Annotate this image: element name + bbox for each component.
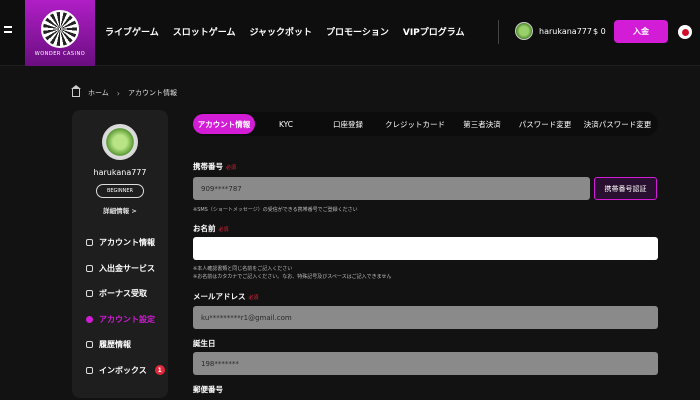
sidebar-menu: アカウント情報 入出金サービス ボーナス受取 アカウント設定 履歴情報 インボッ…: [86, 230, 165, 383]
chevron-right-icon: ›: [116, 88, 120, 98]
nav-promotion[interactable]: プロモーション: [326, 25, 389, 38]
inbox-count-badge: 1: [154, 365, 165, 376]
breadcrumb-current: アカウント情報: [128, 89, 177, 97]
tab-account-info[interactable]: アカウント情報: [193, 114, 255, 134]
tab-password-change[interactable]: パスワード変更: [513, 114, 577, 134]
sidebar-item-label: アカウント設定: [99, 314, 155, 324]
user-avatar[interactable]: [515, 22, 533, 40]
logo-text: WONDER CASINO: [34, 50, 86, 57]
sidebar-item-inbox[interactable]: インボックス 1: [86, 358, 165, 384]
header-divider: [498, 20, 499, 44]
header-username[interactable]: harukana777: [539, 27, 592, 36]
nav-live-game[interactable]: ライブゲーム: [105, 25, 159, 38]
sidebar-item-label: 履歴情報: [99, 340, 131, 350]
phone-field[interactable]: 909****787: [193, 177, 590, 200]
name-label: お名前 必須: [193, 224, 229, 233]
user-icon: [86, 239, 93, 247]
nav-jackpot[interactable]: ジャックポット: [249, 25, 312, 38]
phone-note: ※SMS（ショートメッセージ）の受信ができる携帯番号でご登録ください: [193, 207, 358, 213]
main-nav: ライブゲーム スロットゲーム ジャックポット プロモーション VIPプログラム: [105, 25, 465, 38]
tab-credit-card[interactable]: クレジットカード: [379, 114, 451, 134]
sidebar-item-history[interactable]: 履歴情報: [86, 332, 165, 358]
nav-slot-game[interactable]: スロットゲーム: [173, 25, 236, 38]
email-field[interactable]: ku*********r1@gmail.com: [193, 306, 658, 329]
deposit-button[interactable]: 入金: [614, 20, 668, 43]
details-link[interactable]: 詳細情報 >: [72, 205, 168, 215]
breadcrumb-home[interactable]: ホーム: [88, 88, 109, 98]
birthday-field[interactable]: 198*******: [193, 352, 658, 375]
settings-icon: [86, 315, 93, 323]
mail-icon: [86, 366, 93, 374]
required-mark: 必須: [248, 295, 259, 301]
sidebar-item-bonus[interactable]: ボーナス受取: [86, 281, 165, 307]
email-label: メールアドレス 必須: [193, 292, 259, 301]
header-balance: $ 0: [593, 27, 606, 36]
sidebar-item-label: アカウント情報: [99, 238, 155, 248]
sidebar-item-account-info[interactable]: アカウント情報: [86, 230, 165, 256]
birthday-label: 誕生日: [193, 339, 216, 348]
sidebar-item-account-settings[interactable]: アカウント設定: [86, 307, 165, 333]
tab-bank-registration[interactable]: 口座登録: [317, 114, 379, 134]
logo-emblem-icon: [41, 9, 79, 48]
account-sidebar: harukana777 BEGINNER 詳細情報 > アカウント情報 入出金サ…: [72, 110, 168, 398]
top-bar: WONDER CASINO ライブゲーム スロットゲーム ジャックポット プロモ…: [0, 0, 700, 66]
sidebar-item-label: 入出金サービス: [99, 263, 155, 273]
tab-third-party-payment[interactable]: 第三者決済: [451, 114, 513, 134]
required-mark: 必須: [226, 165, 237, 171]
tab-kyc[interactable]: KYC: [255, 114, 317, 134]
level-badge: BEGINNER: [96, 184, 144, 198]
account-tabs: アカウント情報 KYC 口座登録 クレジットカード 第三者決済 パスワード変更 …: [193, 112, 658, 136]
home-icon[interactable]: [71, 85, 81, 97]
history-icon: [86, 341, 93, 349]
sidebar-item-deposit-withdraw[interactable]: 入出金サービス: [86, 256, 165, 282]
wallet-icon: [86, 264, 93, 272]
sidebar-item-label: インボックス: [99, 365, 147, 375]
name-note-2: ※お名前はカタカナでご記入ください。なお、特殊記号及びスペースはご記入できません: [193, 274, 392, 280]
tab-payment-password-change[interactable]: 決済パスワード変更: [577, 114, 658, 134]
site-logo[interactable]: WONDER CASINO: [25, 0, 95, 66]
postal-label: 郵便番号: [193, 385, 223, 394]
required-mark: 必須: [218, 227, 229, 233]
sidebar-item-label: ボーナス受取: [99, 289, 147, 299]
phone-label: 携帯番号 必須: [193, 162, 237, 171]
nav-vip-program[interactable]: VIPプログラム: [403, 25, 465, 38]
profile-avatar: [102, 124, 138, 160]
hamburger-menu-icon[interactable]: [4, 26, 12, 36]
name-field[interactable]: [193, 237, 658, 260]
breadcrumb: ホーム › アカウント情報: [71, 85, 177, 98]
name-note-1: ※本人確認書類と同じ名前をご記入ください: [193, 266, 293, 272]
gift-icon: [86, 290, 93, 298]
profile-username: harukana777: [93, 168, 147, 177]
japan-flag-icon[interactable]: [678, 25, 692, 39]
phone-verify-button[interactable]: 携帯番号認証: [594, 177, 657, 200]
